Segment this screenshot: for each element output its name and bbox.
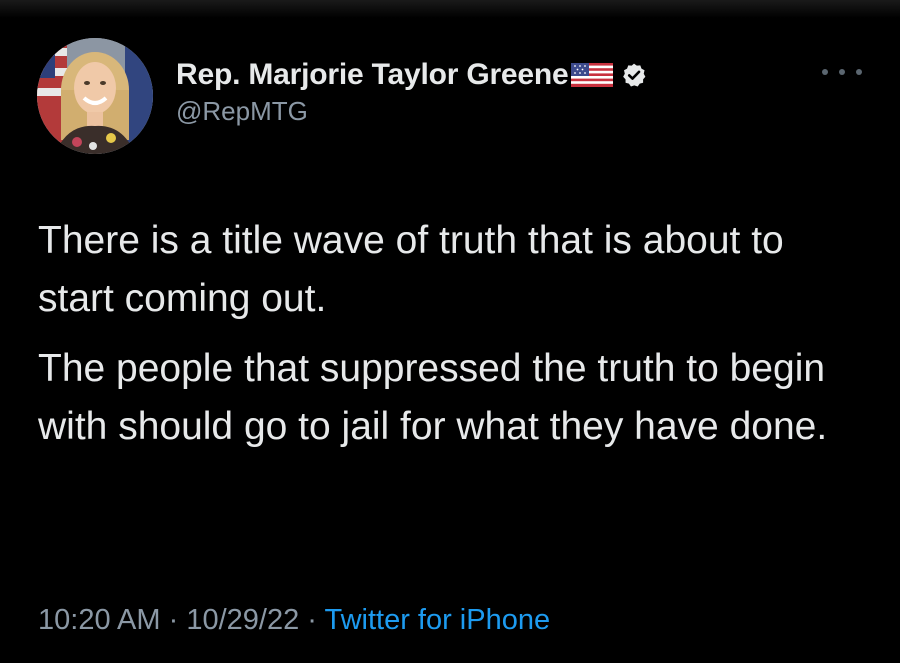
more-options-icon[interactable] — [822, 66, 862, 78]
tweet-date[interactable]: 10/29/22 — [186, 604, 299, 636]
meta-separator: · — [299, 604, 325, 636]
us-flag-icon — [570, 63, 613, 87]
avatar[interactable] — [37, 38, 153, 154]
tweet-card: Rep. Marjorie Taylor Greene @RepMTG Ther… — [0, 0, 900, 663]
display-name[interactable]: Rep. Marjorie Taylor Greene — [176, 58, 569, 92]
tweet-metadata: 10:20 AM · 10/29/22 · Twitter for iPhone — [38, 604, 550, 637]
meta-separator: · — [160, 604, 187, 636]
more-dot — [856, 69, 862, 75]
verified-badge-icon — [621, 62, 647, 88]
avatar-image — [37, 38, 153, 154]
name-row: Rep. Marjorie Taylor Greene — [176, 56, 647, 94]
tweet-paragraph-2: The people that suppressed the truth to … — [38, 347, 828, 448]
user-handle[interactable]: @RepMTG — [176, 96, 647, 127]
tweet-text: There is a title wave of truth that is a… — [38, 212, 868, 456]
top-edge — [0, 0, 900, 18]
more-dot — [839, 69, 845, 75]
tweet-source-link[interactable]: Twitter for iPhone — [324, 604, 550, 636]
tweet-paragraph-1: There is a title wave of truth that is a… — [38, 219, 784, 320]
more-dot — [822, 69, 828, 75]
tweet-header: Rep. Marjorie Taylor Greene @RepMTG — [176, 56, 647, 127]
tweet-time[interactable]: 10:20 AM — [38, 604, 161, 636]
